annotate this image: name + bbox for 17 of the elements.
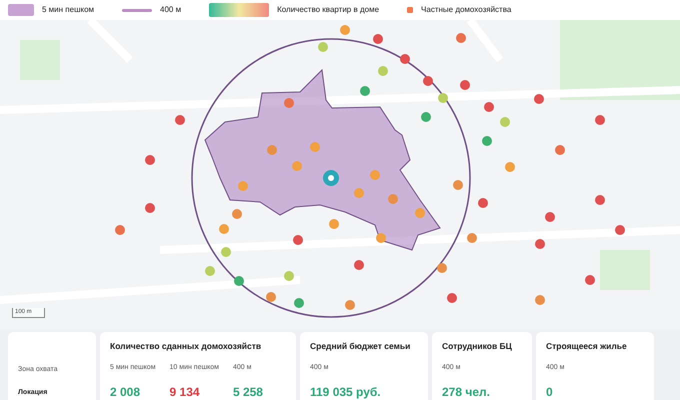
card-title: Средний бюджет семьи [310,340,412,353]
stat-value: 0 [546,384,554,400]
line-swatch-icon [122,8,152,12]
stat-value: 119 035 руб. [310,384,381,400]
legend-label: Количество квартир в доме [277,4,380,16]
stat-value: 278 чел. [442,384,490,400]
card-title: Количество сданных домохозяйств [110,340,262,353]
gradient-scale-icon [209,3,270,17]
legend-label: 5 мин пешком [42,4,94,16]
stat-value: 5 258 [232,384,263,400]
stat-value: 9 134 [170,384,201,400]
card-title: Сотрудников БЦ [442,340,513,353]
area-swatch-icon [8,4,34,16]
card-title: Строящееся жилье [546,340,628,353]
stat-value: 2 008 [110,384,142,400]
legend-label: 400 м [160,4,182,16]
legend-label: Частные домохозяйства [421,4,512,16]
